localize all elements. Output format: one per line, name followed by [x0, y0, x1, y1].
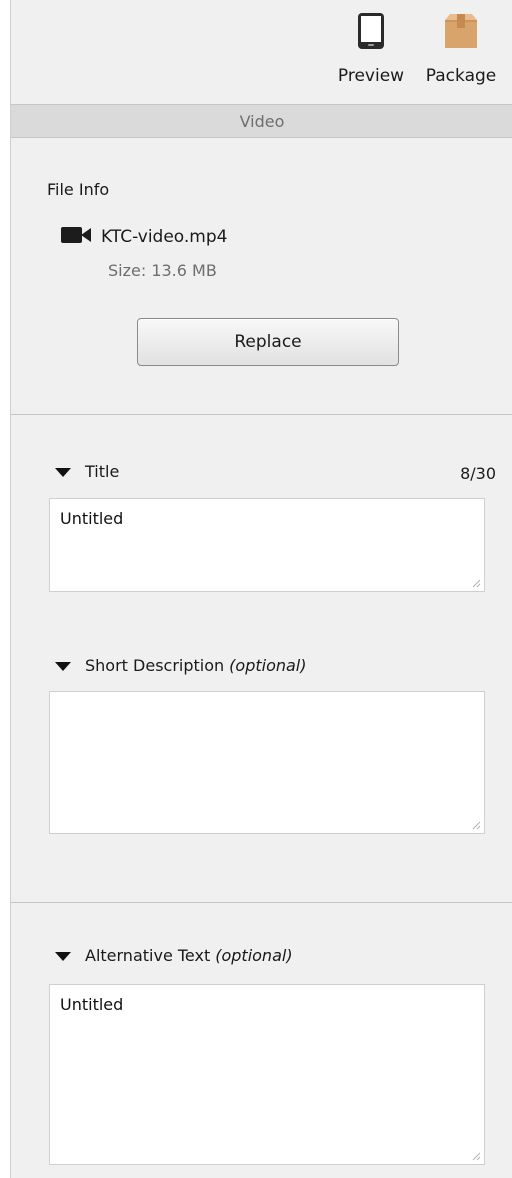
alt-text-label: Alternative Text	[85, 946, 211, 965]
alt-text-input-value: Untitled	[60, 995, 124, 1014]
file-name: KTC-video.mp4	[101, 227, 228, 247]
optional-hint: (optional)	[229, 656, 307, 675]
package-box-icon	[442, 12, 480, 54]
title-label: Title	[85, 462, 120, 481]
divider	[11, 902, 512, 903]
section-header: Video	[11, 104, 512, 138]
resize-grip-icon[interactable]	[471, 820, 481, 830]
short-description-input[interactable]	[49, 691, 485, 834]
file-row: KTC-video.mp4	[61, 226, 227, 248]
package-label: Package	[425, 66, 497, 86]
package-button[interactable]: Package	[413, 12, 509, 86]
phone-icon	[357, 12, 385, 54]
title-section-toggle[interactable]: Title	[55, 462, 119, 481]
preview-label: Preview	[337, 66, 405, 86]
disclosure-triangle-icon	[55, 467, 71, 477]
section-title: Video	[239, 111, 285, 131]
disclosure-triangle-icon	[55, 951, 71, 961]
alt-text-input[interactable]: Untitled	[49, 984, 485, 1165]
optional-hint: (optional)	[215, 946, 293, 965]
disclosure-triangle-icon	[55, 661, 71, 671]
video-camera-icon	[61, 226, 93, 248]
alt-text-section-toggle[interactable]: Alternative Text (optional)	[55, 946, 293, 965]
preview-button[interactable]: Preview	[323, 12, 419, 86]
toolbar: Preview Package	[11, 0, 512, 104]
resize-grip-icon[interactable]	[471, 1151, 481, 1161]
file-info-heading: File Info	[47, 180, 110, 199]
file-size: Size: 13.6 MB	[108, 261, 217, 280]
divider	[11, 414, 512, 415]
title-char-counter: 8/30	[460, 464, 496, 483]
short-description-section-toggle[interactable]: Short Description (optional)	[55, 656, 306, 675]
title-input[interactable]: Untitled	[49, 498, 485, 592]
short-description-label: Short Description	[85, 656, 225, 675]
replace-button-label: Replace	[234, 332, 302, 352]
resize-grip-icon[interactable]	[471, 578, 481, 588]
replace-button[interactable]: Replace	[137, 318, 399, 366]
title-input-value: Untitled	[60, 509, 124, 528]
video-inspector-panel: Preview Package Video File Info KTC-vide…	[10, 0, 512, 1178]
